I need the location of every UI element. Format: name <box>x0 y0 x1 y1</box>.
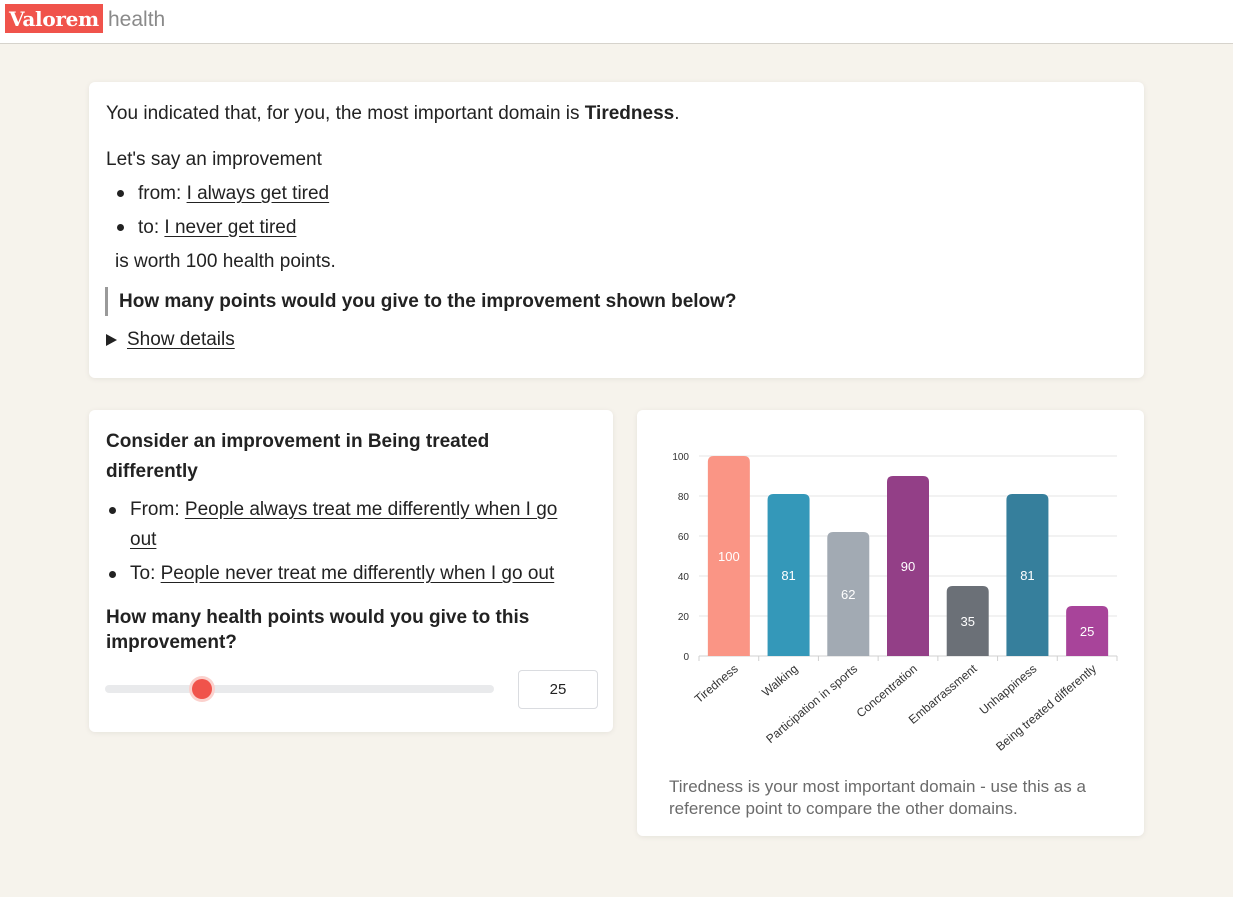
bar-value-label: 100 <box>718 549 740 564</box>
points-input[interactable]: 25 <box>518 670 598 709</box>
x-tick-label: Unhappiness <box>977 662 1040 718</box>
intro-card: You indicated that, for you, the most im… <box>89 82 1144 378</box>
points-question: How many health points would you give to… <box>106 607 530 628</box>
from-item: From: People always treat me differently… <box>130 497 557 523</box>
points-slider-track[interactable] <box>105 685 494 693</box>
to-link[interactable]: People never treat me differently when I… <box>161 563 555 584</box>
chart-caption: Tiredness is your most important domain … <box>669 777 1086 818</box>
show-details-link[interactable]: Show details <box>127 327 235 353</box>
y-tick-label: 80 <box>678 492 690 503</box>
improvement-intro: Let's say an improvement <box>106 149 322 170</box>
bullet <box>109 571 116 578</box>
worth-text: is worth 100 health points. <box>115 251 336 272</box>
bar-value-label: 90 <box>901 559 915 574</box>
x-tick-label: Tiredness <box>692 662 741 706</box>
logo-subtitle: health <box>108 8 166 31</box>
bullet <box>117 190 124 197</box>
top-bar: Valorem health <box>0 0 1233 44</box>
x-tick-label: Being treated differently <box>993 662 1099 754</box>
important-domain: Tiredness <box>584 103 675 124</box>
to-label: To: <box>130 563 161 584</box>
bar-value-label: 81 <box>1020 568 1034 583</box>
improvement-card: Consider an improvement in Being treated… <box>89 410 613 732</box>
bar-value-label: 81 <box>781 568 795 583</box>
intro-period: . <box>674 103 680 124</box>
bullet <box>109 507 116 514</box>
from-label: from: <box>138 183 187 204</box>
y-tick-label: 0 <box>683 652 689 663</box>
y-tick-label: 60 <box>678 532 690 543</box>
domains-bar-chart: 020406080100100Tiredness81Walking62Parti… <box>672 452 1118 754</box>
logo[interactable]: Valorem <box>5 4 103 33</box>
disclosure-triangle-icon[interactable] <box>106 334 117 346</box>
intro-line: You indicated that, for you, the most im… <box>106 101 680 127</box>
points-question-cont: improvement? <box>106 632 237 653</box>
from-link[interactable]: I always get tired <box>187 183 330 204</box>
x-tick-label: Walking <box>759 662 800 700</box>
intro-text: You indicated that, for you, the most im… <box>106 103 585 124</box>
main-question: How many points would you give to the im… <box>119 291 737 312</box>
to-link[interactable]: I never get tired <box>164 217 296 238</box>
to-item: To: People never treat me differently wh… <box>130 561 554 587</box>
from-label: From: <box>130 499 185 520</box>
to-label: to: <box>138 217 165 238</box>
bar-value-label: 35 <box>960 614 974 629</box>
improvement-heading: Consider an improvement in Being treated <box>106 431 490 452</box>
points-slider-handle[interactable] <box>192 679 213 699</box>
improvement-heading-cont: differently <box>106 461 198 482</box>
bar-value-label: 62 <box>841 587 855 602</box>
chart-card: 0 20 40 60 80 100 100 Tiredness 81 Walking 62 Parti… <box>637 410 1144 836</box>
bar-value-label: 25 <box>1080 624 1094 639</box>
to-item: to: I never get tired <box>138 215 296 241</box>
from-link[interactable]: People always treat me differently when … <box>185 499 557 520</box>
y-tick-label: 20 <box>678 612 690 623</box>
from-item: from: I always get tired <box>138 181 329 207</box>
quote-bar <box>105 287 108 316</box>
bullet <box>117 224 124 231</box>
from-link-cont[interactable]: out <box>130 527 156 553</box>
y-tick-label: 100 <box>672 452 689 463</box>
y-tick-label: 40 <box>678 572 690 583</box>
